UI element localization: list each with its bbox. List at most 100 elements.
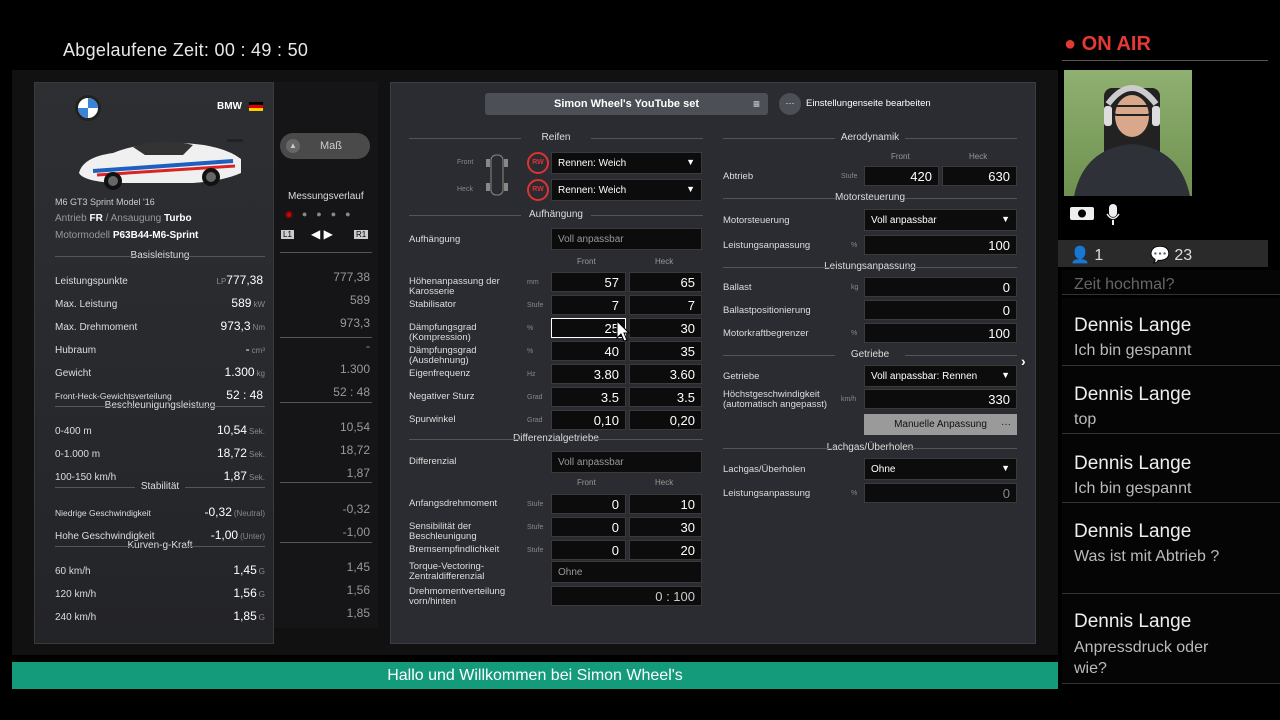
ballast-label: Ballast — [723, 282, 752, 293]
chat-text: Ich bin gespannt — [1074, 480, 1192, 497]
more-options-icon[interactable]: ··· — [779, 93, 801, 115]
front-value-field[interactable]: 57 — [551, 272, 626, 292]
manual-adjust-button[interactable]: Manuelle Anpassung ··· — [864, 414, 1017, 435]
ballast-field[interactable]: 0 — [864, 277, 1017, 297]
on-air-label: ON AIR — [1081, 33, 1151, 55]
rear-value-field[interactable]: 0,20 — [629, 410, 702, 430]
rear-value-field[interactable]: 65 — [629, 272, 702, 292]
stat-label: 240 km/h — [55, 612, 97, 623]
transmission-dropdown[interactable]: Voll anpassbar: Rennen ▼ — [864, 365, 1017, 387]
power-limiter-unit: % — [851, 330, 858, 337]
front-value-field[interactable]: 0 — [551, 494, 626, 514]
chat-message: Zeit hochmal? — [1062, 270, 1280, 295]
column-front: Front — [577, 257, 596, 266]
chat-message: Dennis Lange Ich bin gespannt — [1062, 434, 1280, 503]
compare-value: -1,00 — [342, 525, 370, 539]
rear-value-field[interactable]: 35 — [629, 341, 702, 361]
tire-rear-label: Heck — [457, 186, 473, 193]
section-nitro: Lachgas/Überholen — [723, 442, 1017, 453]
ecu-dropdown[interactable]: Voll anpassbar ▼ — [864, 209, 1017, 231]
column-rear: Heck — [655, 478, 674, 487]
stat-row: Niedrige Geschwindigkeit -0,32 (Neutral) — [55, 505, 265, 519]
compare-value: 1.300 — [339, 362, 370, 376]
differential-type-field[interactable]: Voll anpassbar — [551, 451, 702, 473]
cursor-icon — [616, 320, 630, 342]
rear-value-field[interactable]: 30 — [629, 517, 702, 537]
front-value-field[interactable]: 3.80 — [551, 364, 626, 384]
chat-author: Dennis Lange — [1074, 315, 1192, 336]
list-icon: ≡ — [752, 97, 760, 111]
chat-author: Dennis Lange — [1074, 611, 1192, 632]
germany-flag-icon — [249, 102, 263, 111]
stat-label: Hohe Geschwindigkeit — [55, 531, 155, 542]
measure-button[interactable]: ▲ Maß — [280, 133, 370, 159]
chat-text: Anpressdruck oder wie? — [1074, 639, 1209, 677]
setting-label: Bremsempfindlichkeit — [409, 544, 500, 555]
chevron-right-icon[interactable]: › — [1021, 353, 1026, 369]
setting-unit: Stufe — [527, 547, 544, 554]
stat-value: 52 : 48 — [226, 388, 263, 402]
rear-value-field[interactable]: 30 — [629, 318, 702, 338]
compare-value: 1,85 — [346, 606, 370, 620]
nitro-power-field[interactable]: 0 — [864, 483, 1017, 503]
stat-value: 777,38 — [226, 273, 263, 287]
downforce-rear-field[interactable]: 630 — [942, 166, 1017, 186]
ecu-power-unit: % — [851, 242, 858, 249]
front-value-field[interactable]: 7 — [551, 295, 626, 315]
section-aero: Aerodynamik — [723, 132, 1017, 143]
history-dots[interactable]: ◉●●●● — [285, 209, 360, 220]
edit-settings-link[interactable]: Einstellungenseite bearbeiten — [806, 98, 931, 109]
rear-value-field[interactable]: 20 — [629, 540, 702, 560]
streamer-silhouette — [1074, 85, 1190, 196]
prev-next-arrows-icon[interactable]: ◀ ▶ — [311, 227, 333, 241]
front-value-field[interactable]: 3.5 — [551, 387, 626, 407]
setting-unit: % — [527, 348, 534, 355]
microphone-icon[interactable] — [1106, 204, 1120, 231]
stat-value: 1,56 — [233, 586, 257, 600]
top-speed-unit: km/h — [841, 396, 857, 403]
front-value-field[interactable]: 25 — [551, 318, 626, 338]
chat-text: Zeit hochmal? — [1074, 276, 1175, 293]
chat-message: Dennis Lange Was ist mit Abtrieb ? — [1062, 503, 1280, 594]
rear-value-field[interactable]: 3.5 — [629, 387, 702, 407]
chat-author: Dennis Lange — [1074, 453, 1192, 474]
compare-value: 1,56 — [346, 583, 370, 597]
rear-value-field[interactable]: 3.60 — [629, 364, 702, 384]
stat-label: Niedrige Geschwindigkeit — [55, 508, 151, 518]
section-performance: Leistungsanpassung — [723, 261, 1017, 272]
stat-row: Max. Leistung 589 kW — [55, 296, 265, 310]
top-speed-field[interactable]: 330 — [864, 389, 1017, 409]
setup-selector[interactable]: Simon Wheel's YouTube set ≡ — [485, 93, 768, 115]
compare-value: 52 : 48 — [333, 385, 370, 399]
ecu-power-field[interactable]: 100 — [864, 235, 1017, 255]
webcam-feed — [1064, 70, 1192, 196]
ballast-unit: kg — [851, 284, 859, 291]
l1-button-icon[interactable]: L1 — [281, 230, 294, 239]
camera-icon[interactable] — [1070, 206, 1094, 224]
stat-label: 0-1.000 m — [55, 449, 101, 460]
live-dot-icon: ● — [1064, 33, 1077, 55]
torque-distribution-field[interactable]: 0 : 100 — [551, 586, 702, 606]
suspension-type-field[interactable]: Voll anpassbar — [551, 228, 702, 250]
front-tire-dropdown[interactable]: Rennen: Weich ▼ — [551, 152, 702, 174]
downforce-front-field[interactable]: 420 — [864, 166, 939, 186]
dropdown-arrow-icon: ▼ — [1001, 370, 1010, 380]
front-value-field[interactable]: 0,10 — [551, 410, 626, 430]
rear-value-field[interactable]: 7 — [629, 295, 702, 315]
power-limiter-label: Motorkraftbegrenzer — [723, 328, 809, 339]
measure-label: Maß — [320, 140, 342, 152]
front-value-field[interactable]: 0 — [551, 540, 626, 560]
stat-label: 100-150 km/h — [55, 472, 117, 483]
rear-value-field[interactable]: 10 — [629, 494, 702, 514]
rear-tire-dropdown[interactable]: Rennen: Weich ▼ — [551, 179, 702, 201]
front-value-field[interactable]: 40 — [551, 341, 626, 361]
compare-value: 10,54 — [339, 420, 370, 434]
stat-row: Hubraum - cm³ — [55, 342, 265, 356]
r1-button-icon[interactable]: R1 — [354, 230, 369, 239]
power-limiter-field[interactable]: 100 — [864, 323, 1017, 343]
torque-vectoring-field[interactable]: Ohne — [551, 561, 702, 583]
nitro-dropdown[interactable]: Ohne ▼ — [864, 458, 1017, 480]
speech-bubble-icon: 💬 — [1150, 247, 1170, 264]
front-value-field[interactable]: 0 — [551, 517, 626, 537]
ballast-position-field[interactable]: 0 — [864, 300, 1017, 320]
